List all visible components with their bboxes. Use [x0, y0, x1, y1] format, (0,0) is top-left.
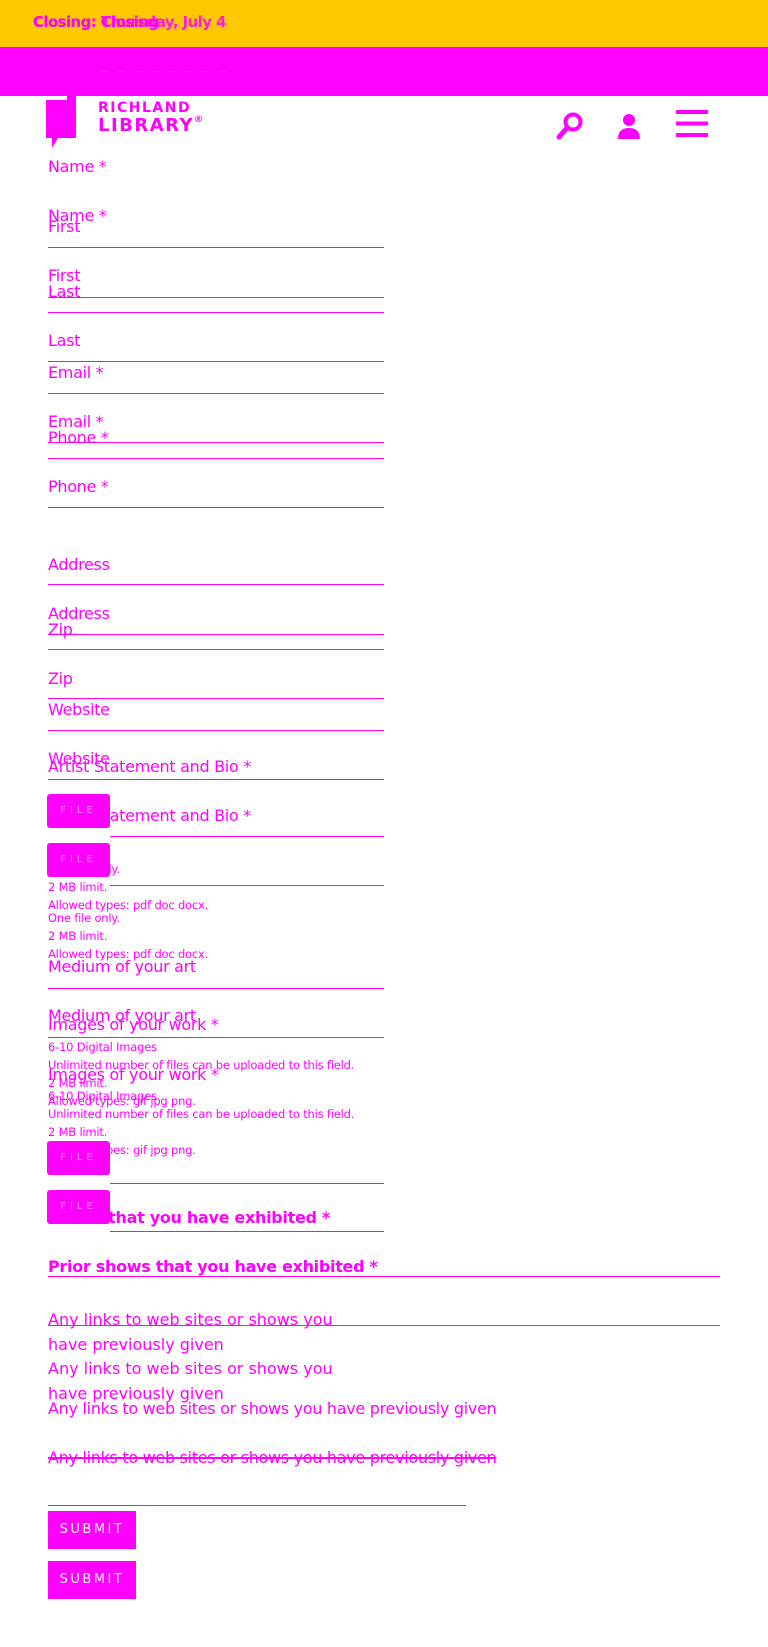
artist-file-input-dup[interactable]: [110, 885, 384, 886]
search-icon[interactable]: [556, 112, 584, 140]
artist-file-button[interactable]: FILE: [47, 794, 110, 828]
first-name-input[interactable]: [48, 247, 384, 248]
alert-text-b: Closing: Thursday, July 4: [33, 13, 226, 31]
size-limit-note: 2 MB limit.: [48, 880, 108, 894]
artist-file-input[interactable]: [110, 836, 384, 837]
prior-shows-label-text: Prior shows that you have exhibited *: [100, 1209, 330, 1227]
logo-icon[interactable]: [46, 92, 76, 148]
prior-shows-label: Prior shows that you have exhibited *: [100, 1209, 330, 1231]
prior-shows-label-dup: Prior shows that you have exhibited *: [48, 1257, 378, 1276]
account-icon[interactable]: [617, 113, 641, 139]
email-field-dup[interactable]: [48, 442, 384, 443]
unlimited-note-dup: Unlimited number of files can be uploade…: [48, 1107, 355, 1121]
last-label: Last: [48, 282, 81, 301]
zip-label-dup: Zip: [48, 669, 73, 688]
links-label-line-dup: Any links to web sites or shows you have…: [48, 1448, 497, 1467]
prior-shows-field[interactable]: [48, 1276, 720, 1277]
last-label-dup: Last: [48, 331, 81, 350]
prior-shows-label-tail: Prior shows that you have exhibited *: [100, 1209, 330, 1227]
website-field[interactable]: [48, 730, 384, 731]
nav-strip-text: — — — — — — — —: [100, 67, 230, 77]
first-name-input-dup[interactable]: [48, 297, 384, 298]
website-label: Website: [48, 700, 110, 719]
links-field[interactable]: [48, 1505, 466, 1506]
menu-icon[interactable]: [676, 110, 708, 137]
registered-mark: ®: [194, 115, 205, 125]
email-field[interactable]: [48, 393, 384, 394]
medium-label: Medium of your art: [48, 957, 196, 976]
links-label: Any links to web sites or shows you have…: [48, 1310, 333, 1354]
last-name-input[interactable]: [48, 312, 384, 313]
last-name-input-dup[interactable]: [48, 361, 384, 362]
zip-field[interactable]: [48, 649, 384, 650]
size-limit-note-dup: 2 MB limit.: [48, 929, 108, 943]
submit-button[interactable]: SUBMIT: [48, 1511, 136, 1549]
address-field-dup[interactable]: [48, 634, 384, 635]
address-label: Address: [48, 555, 110, 574]
artist-statement-label: Artist Statement and Bio *: [48, 757, 251, 776]
zip-label: Zip: [48, 620, 73, 639]
medium-field-dup[interactable]: [48, 1037, 384, 1038]
name-label: Name *: [48, 157, 107, 176]
phone-field[interactable]: [48, 458, 384, 459]
website-field-dup[interactable]: [48, 779, 384, 780]
images-file-input-dup[interactable]: [110, 1231, 384, 1232]
images-label: Images of your work *: [48, 1015, 219, 1034]
alert-bar: Name * Closing: Closing Closing: Thursda…: [0, 0, 768, 47]
medium-field[interactable]: [48, 988, 384, 989]
one-file-note-dup: One file only.: [48, 911, 120, 925]
one-file-note: One file only.: [48, 862, 120, 876]
email-label: Email *: [48, 363, 104, 382]
phone-label: Phone *: [48, 428, 109, 447]
phone-label-dup: Phone *: [48, 477, 109, 496]
images-file-button[interactable]: FILE: [47, 1141, 110, 1175]
logo-line-2-text: LIBRARY: [98, 115, 195, 136]
submit-button-dup[interactable]: SUBMIT: [48, 1561, 136, 1599]
phone-field-dup[interactable]: [48, 507, 384, 508]
logo-line-2: LIBRARY®: [98, 115, 205, 136]
first-label: First: [48, 217, 81, 236]
images-size-limit-dup: 2 MB limit.: [48, 1125, 108, 1139]
address-field[interactable]: [48, 584, 384, 585]
images-hint: 6-10 Digital Images: [48, 1040, 157, 1054]
logo-line-1: RICHLAND: [98, 100, 192, 116]
nav-strip: — — — — — — — —: [0, 47, 768, 96]
zip-field-dup[interactable]: [48, 698, 384, 699]
links-label-line: Any links to web sites or shows you have…: [48, 1399, 497, 1418]
images-file-input[interactable]: [110, 1183, 384, 1184]
